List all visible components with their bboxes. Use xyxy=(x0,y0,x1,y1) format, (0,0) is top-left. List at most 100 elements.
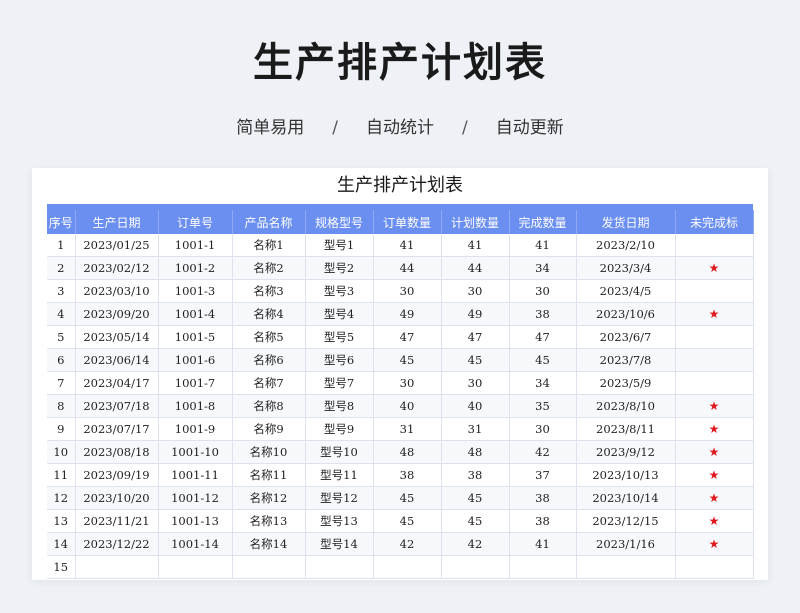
table-cell-product-name: 名称9 xyxy=(232,417,306,441)
subtitle-item: 自动更新 xyxy=(495,118,564,138)
column-header-production-date: 生产日期 xyxy=(75,210,159,234)
table-cell-done-qty: 42 xyxy=(509,440,577,464)
table-cell-order-no: 1001-2 xyxy=(158,256,233,280)
table-cell-plan-qty: 49 xyxy=(441,302,510,326)
table-cell-production-date xyxy=(75,555,159,579)
table-cell-done-qty: 35 xyxy=(509,394,577,418)
table-cell-order-no: 1001-7 xyxy=(158,371,233,395)
table-cell-seq: 3 xyxy=(47,279,76,303)
table-cell-done-qty: 38 xyxy=(509,486,577,510)
subtitle-separator: / xyxy=(462,118,468,138)
table-cell-plan-qty: 45 xyxy=(441,486,510,510)
incomplete-star-icon xyxy=(675,279,754,303)
table-row: 10 2023/08/18 1001-10 名称10 型号10 48 48 42 2023/9/… xyxy=(47,440,754,464)
table-cell-order-qty: 30 xyxy=(373,279,442,303)
incomplete-star-icon xyxy=(675,348,754,372)
table-cell-production-date: 2023/07/18 xyxy=(75,394,159,418)
table-cell-product-name xyxy=(232,555,306,579)
table-cell-done-qty: 37 xyxy=(509,463,577,487)
table-cell-seq: 14 xyxy=(47,532,76,556)
table-row: 9 2023/07/17 1001-9 名称9 型号9 31 31 30 2023/8/11 ★ xyxy=(47,417,754,441)
column-header-ship-date: 发货日期 xyxy=(576,210,676,234)
table-cell-plan-qty: 30 xyxy=(441,279,510,303)
sheet-title: 生产排产计划表 xyxy=(337,175,463,196)
table-cell-order-no: 1001-10 xyxy=(158,440,233,464)
subtitle-item: 简单易用 xyxy=(236,118,305,138)
table-cell-production-date: 2023/09/20 xyxy=(75,302,159,326)
table-cell-order-no xyxy=(158,555,233,579)
table-cell-order-qty: 45 xyxy=(373,509,442,533)
column-header-seq: 序号 xyxy=(47,210,76,234)
table-cell-plan-qty: 45 xyxy=(441,348,510,372)
table-cell-order-no: 1001-12 xyxy=(158,486,233,510)
table-cell-production-date: 2023/02/12 xyxy=(75,256,159,280)
column-header-order-qty: 订单数量 xyxy=(373,210,442,234)
column-header-spec-model: 规格型号 xyxy=(305,210,374,234)
table-cell-done-qty: 34 xyxy=(509,371,577,395)
table-cell-production-date: 2023/04/17 xyxy=(75,371,159,395)
incomplete-star-icon: ★ xyxy=(675,394,754,418)
table-cell-production-date: 2023/01/25 xyxy=(75,234,159,257)
incomplete-star-icon: ★ xyxy=(675,302,754,326)
table-cell-product-name: 名称10 xyxy=(232,440,306,464)
table-cell-production-date: 2023/09/19 xyxy=(75,463,159,487)
table-row: 15 xyxy=(47,555,754,579)
table-cell-spec-model: 型号3 xyxy=(305,279,374,303)
table-cell-ship-date: 2023/3/4 xyxy=(576,256,676,280)
incomplete-star-icon xyxy=(675,325,754,349)
table-cell-order-qty: 38 xyxy=(373,463,442,487)
column-header-done-qty: 完成数量 xyxy=(509,210,577,234)
table-cell-order-no: 1001-1 xyxy=(158,234,233,257)
table-row: 8 2023/07/18 1001-8 名称8 型号8 40 40 35 2023/8/10 ★ xyxy=(47,394,754,418)
table-cell-ship-date: 2023/1/16 xyxy=(576,532,676,556)
table-cell-product-name: 名称13 xyxy=(232,509,306,533)
table-row: 13 2023/11/21 1001-13 名称13 型号13 45 45 38 2023/12… xyxy=(47,509,754,533)
table-cell-spec-model xyxy=(305,555,374,579)
page-title: 生产排产计划表 xyxy=(253,40,547,86)
table-cell-spec-model: 型号13 xyxy=(305,509,374,533)
table-cell-plan-qty: 47 xyxy=(441,325,510,349)
table-cell-ship-date: 2023/6/7 xyxy=(576,325,676,349)
table-cell-done-qty: 41 xyxy=(509,532,577,556)
table-cell-order-no: 1001-8 xyxy=(158,394,233,418)
table-cell-ship-date: 2023/10/6 xyxy=(576,302,676,326)
table-cell-production-date: 2023/12/22 xyxy=(75,532,159,556)
incomplete-star-icon xyxy=(675,555,754,579)
table-cell-order-qty: 44 xyxy=(373,256,442,280)
table-cell-order-qty: 48 xyxy=(373,440,442,464)
table-cell-plan-qty: 45 xyxy=(441,509,510,533)
table-cell-production-date: 2023/07/17 xyxy=(75,417,159,441)
table-cell-production-date: 2023/08/18 xyxy=(75,440,159,464)
table-cell-production-date: 2023/03/10 xyxy=(75,279,159,303)
table-cell-order-qty: 47 xyxy=(373,325,442,349)
table-cell-ship-date: 2023/5/9 xyxy=(576,371,676,395)
table-cell-seq: 9 xyxy=(47,417,76,441)
table-cell-order-qty: 30 xyxy=(373,371,442,395)
table-cell-spec-model: 型号11 xyxy=(305,463,374,487)
table-row: 3 2023/03/10 1001-3 名称3 型号3 30 30 30 2023/4/5 xyxy=(47,279,754,303)
table-cell-ship-date: 2023/8/10 xyxy=(576,394,676,418)
incomplete-star-icon: ★ xyxy=(675,486,754,510)
table-cell-seq: 2 xyxy=(47,256,76,280)
table-cell-product-name: 名称3 xyxy=(232,279,306,303)
table-row: 14 2023/12/22 1001-14 名称14 型号14 42 42 41 2023/1/… xyxy=(47,532,754,556)
table-cell-product-name: 名称5 xyxy=(232,325,306,349)
table-cell-spec-model: 型号1 xyxy=(305,234,374,257)
spreadsheet-preview: 生产排产计划表 序号 生产日期 订单号 产品名称 规格型号 订单数量 计划数量 完成数量 发货日… xyxy=(32,168,768,580)
table-cell-production-date: 2023/05/14 xyxy=(75,325,159,349)
table-cell-order-qty: 42 xyxy=(373,532,442,556)
table-cell-product-name: 名称8 xyxy=(232,394,306,418)
table-cell-plan-qty xyxy=(441,555,510,579)
table-cell-order-no: 1001-6 xyxy=(158,348,233,372)
table-cell-spec-model: 型号8 xyxy=(305,394,374,418)
table-cell-product-name: 名称6 xyxy=(232,348,306,372)
column-header-order-no: 订单号 xyxy=(158,210,233,234)
table-cell-order-no: 1001-5 xyxy=(158,325,233,349)
table-cell-product-name: 名称7 xyxy=(232,371,306,395)
table-cell-order-qty: 41 xyxy=(373,234,442,257)
table-cell-seq: 8 xyxy=(47,394,76,418)
table-cell-ship-date: 2023/4/5 xyxy=(576,279,676,303)
table-cell-plan-qty: 48 xyxy=(441,440,510,464)
table-cell-production-date: 2023/10/20 xyxy=(75,486,159,510)
table-cell-spec-model: 型号2 xyxy=(305,256,374,280)
